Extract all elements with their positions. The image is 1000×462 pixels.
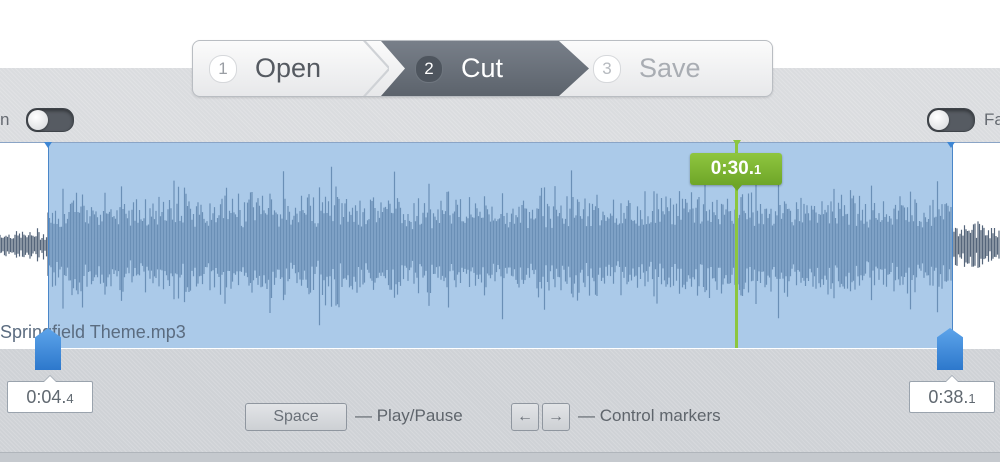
play-pause-hint: — Play/Pause [355, 406, 463, 425]
step-navigation: 1 Open 2 Cut 3 Save [192, 40, 773, 97]
playhead-time: 0:30.1 [690, 153, 782, 191]
step-save-label: Save [639, 53, 701, 83]
fade-in-label: n [0, 110, 10, 129]
step-separator [363, 41, 389, 96]
end-time-main: 0:38. [928, 387, 969, 407]
end-time-field[interactable]: 0:38.1 [909, 375, 995, 413]
step-save[interactable]: 3 Save [593, 41, 701, 96]
controls-panel [0, 348, 1000, 462]
playhead-top [733, 140, 741, 146]
file-name: Springfield Theme.mp3 [0, 322, 186, 342]
toggle-knob [28, 110, 48, 130]
left-arrow-key: ← [511, 403, 539, 431]
fade-out-toggle[interactable] [927, 108, 975, 132]
fade-out-label: Fa [984, 110, 1000, 129]
start-marker-top [44, 142, 52, 148]
start-time-main: 0:04. [26, 387, 67, 407]
step-open-label: Open [255, 53, 322, 83]
selection-region[interactable] [48, 143, 953, 348]
space-key: Space [245, 403, 347, 431]
step-save-number: 3 [593, 54, 621, 83]
step-cut-number: 2 [415, 54, 443, 83]
start-time-field[interactable]: 0:04.4 [7, 375, 93, 413]
playhead-time-fraction: 1 [754, 162, 762, 177]
end-time-fraction: 1 [968, 391, 976, 406]
start-time-fraction: 4 [66, 391, 74, 406]
step-open-number: 1 [209, 54, 237, 83]
step-open[interactable]: 1 Open [209, 41, 321, 96]
step-cut-label: Cut [461, 53, 504, 83]
control-markers-hint: — Control markers [578, 406, 721, 425]
right-arrow-key: → [542, 403, 570, 431]
step-cut[interactable]: 2 Cut [415, 41, 503, 96]
fade-in-toggle[interactable] [26, 108, 74, 132]
end-marker-top [947, 142, 955, 148]
toggle-knob [929, 110, 949, 130]
playhead-time-main: 0:30. [710, 158, 755, 179]
